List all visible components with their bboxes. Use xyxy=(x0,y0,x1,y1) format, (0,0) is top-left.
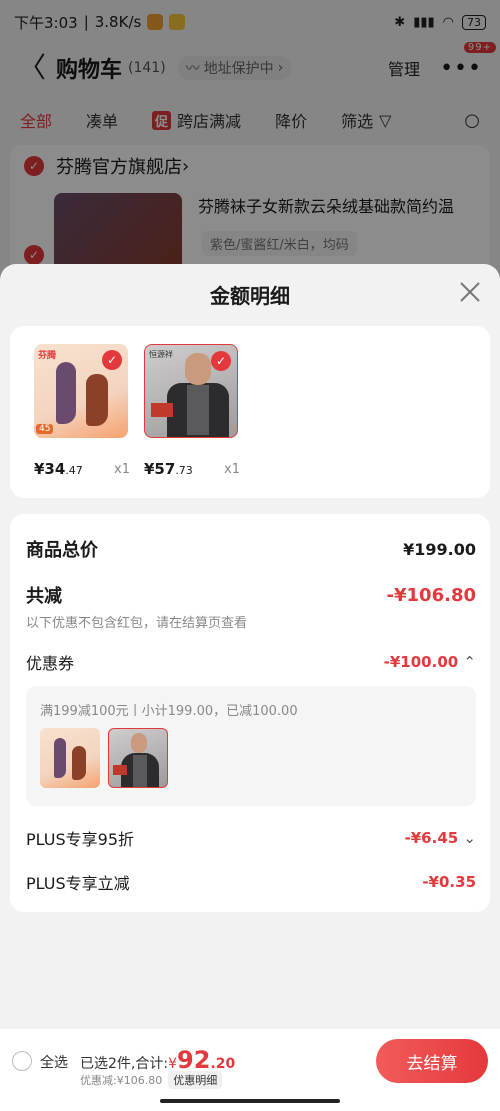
discount-text: 优惠减:¥106.80 xyxy=(80,1074,163,1087)
total-price-value: ¥199.00 xyxy=(403,539,476,559)
item-thumbnail-scarf[interactable]: 恒源祥 ✓ xyxy=(144,344,238,438)
coupon-row[interactable]: 优惠券 -¥100.00 ⌃ xyxy=(26,650,476,674)
sock-shape xyxy=(54,738,66,778)
sock-shape xyxy=(56,362,76,424)
item-price-int: ¥57 xyxy=(144,460,176,478)
model-face xyxy=(185,353,211,385)
currency-symbol: ¥ xyxy=(168,1056,177,1072)
item-price: ¥57.73 xyxy=(144,460,193,478)
amount-detail-sheet: 金额明细 芬腾 45 ✓ 恒源祥 ✓ ¥34.47 x1 ¥57.73 x1 商… xyxy=(0,264,500,1111)
product-box xyxy=(113,765,127,775)
home-indicator xyxy=(160,1099,340,1103)
select-all-label[interactable]: 全选 xyxy=(40,1052,68,1072)
brand-logo: 恒源祥 xyxy=(149,350,173,359)
plus-instant-label: PLUS专享立减 xyxy=(26,874,130,893)
item-qty: x1 xyxy=(114,462,130,477)
plus-instant-row: PLUS专享立减 -¥0.35 xyxy=(26,870,476,894)
reduction-label: 共减 xyxy=(26,586,62,607)
coupon-detail-box: 满199减100元丨小计199.00，已减100.00 xyxy=(26,686,476,806)
plus-discount-value: -¥6.45 ⌄ xyxy=(405,829,476,847)
reduction-row: 共减 -¥106.80 xyxy=(26,582,476,608)
brand-logo: 芬腾 xyxy=(38,351,57,361)
sheet-title: 金额明细 xyxy=(210,284,290,308)
selected-items-card: 芬腾 45 ✓ 恒源祥 ✓ ¥34.47 x1 ¥57.73 x1 xyxy=(10,326,490,498)
close-icon[interactable] xyxy=(458,280,482,304)
total-price-label: 商品总价 xyxy=(26,540,98,561)
coupon-item-socks xyxy=(40,728,100,788)
sock-shape xyxy=(72,746,86,780)
coupon-description: 满199减100元丨小计199.00，已减100.00 xyxy=(40,704,298,719)
discount-summary: 优惠减:¥106.80 优惠明细 xyxy=(80,1071,223,1089)
scarf-shape xyxy=(133,755,147,787)
checked-icon: ✓ xyxy=(102,350,122,370)
reduction-note: 以下优惠不包含红包，请在结算页查看 xyxy=(26,616,248,631)
price-tag: 45 xyxy=(36,424,54,434)
coupon-item-scarf xyxy=(108,728,168,788)
item-thumbnail-socks[interactable]: 芬腾 45 ✓ xyxy=(34,344,128,438)
item-price: ¥34.47 xyxy=(34,460,83,478)
coupon-label: 优惠券 xyxy=(26,654,75,673)
reduction-value: -¥106.80 xyxy=(386,584,476,606)
select-all-radio[interactable] xyxy=(12,1051,32,1071)
sock-shape xyxy=(86,374,108,426)
model-face xyxy=(131,733,147,753)
price-breakdown-card: 商品总价 ¥199.00 共减 -¥106.80 以下优惠不包含红包，请在结算页… xyxy=(10,514,490,912)
scarf-shape xyxy=(187,385,209,435)
checked-icon: ✓ xyxy=(211,351,231,371)
chevron-down-icon: ⌄ xyxy=(463,829,476,847)
item-qty: x1 xyxy=(224,462,240,477)
coupon-value: -¥100.00 ⌃ xyxy=(384,653,476,671)
total-integer: 92 xyxy=(177,1046,211,1074)
product-box xyxy=(151,403,173,417)
plus-discount-label: PLUS专享95折 xyxy=(26,830,134,849)
item-price-dec: .47 xyxy=(65,464,83,477)
plus-instant-value: -¥0.35 xyxy=(422,873,476,891)
total-decimal: .20 xyxy=(210,1056,236,1072)
chevron-up-icon: ⌃ xyxy=(463,653,476,671)
selected-summary: 已选2件,合计: ¥ 92 .20 xyxy=(80,1046,235,1074)
item-price-int: ¥34 xyxy=(34,460,66,478)
plus-discount-amount: -¥6.45 xyxy=(404,829,459,847)
plus-discount-row[interactable]: PLUS专享95折 -¥6.45 ⌄ xyxy=(26,826,476,850)
checkout-button[interactable]: 去结算 xyxy=(376,1039,488,1083)
selected-count-text: 已选2件,合计: xyxy=(80,1056,169,1072)
total-price-row: 商品总价 ¥199.00 xyxy=(26,536,476,562)
discount-detail-button[interactable]: 优惠明细 xyxy=(168,1071,223,1089)
item-price-dec: .73 xyxy=(175,464,193,477)
coupon-amount: -¥100.00 xyxy=(383,653,459,671)
